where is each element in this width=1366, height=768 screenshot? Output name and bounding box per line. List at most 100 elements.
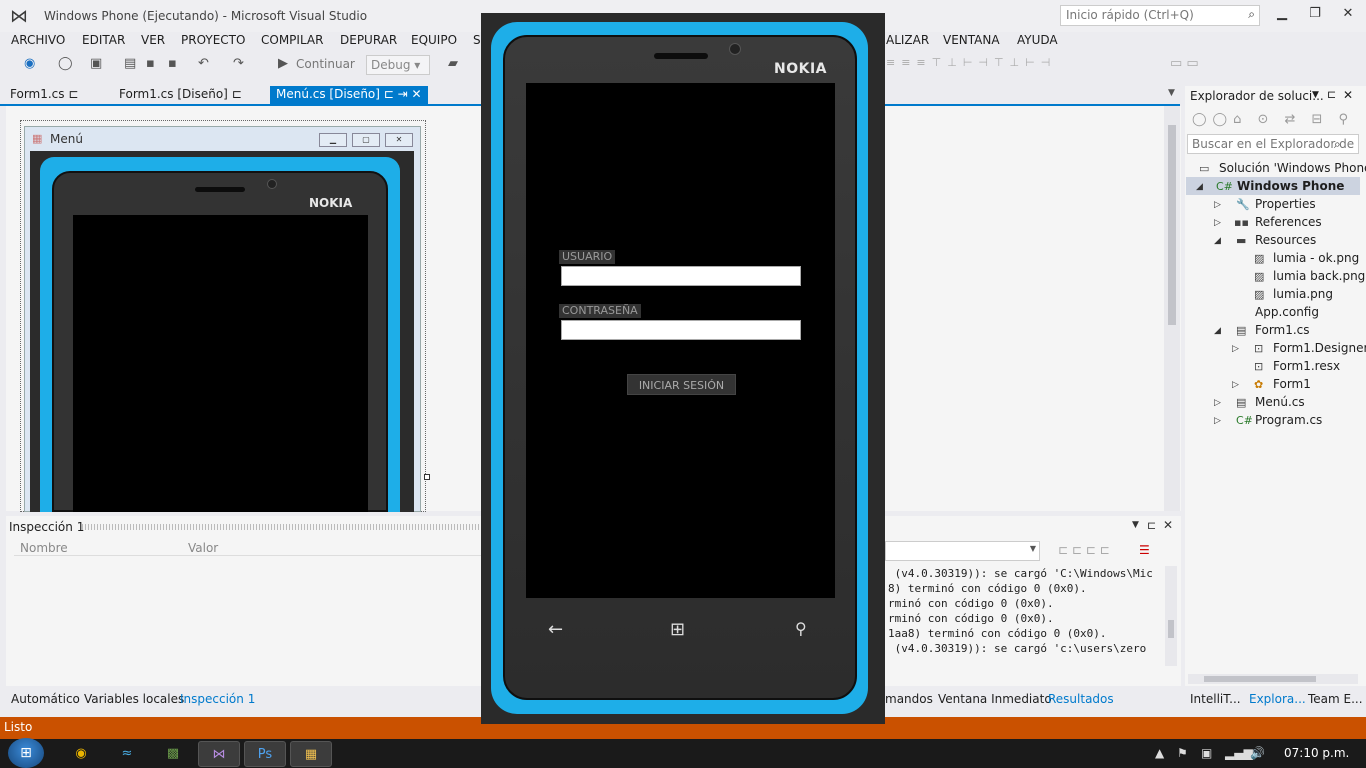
bottom-tab-team-explorer[interactable]: Team E... [1308,692,1363,706]
layout-toolbar-icons[interactable]: ≡≡≡⊤⊥⊢⊣⊤⊥⊢⊣ [886,56,1056,69]
bottom-tab-auto[interactable]: Automático [11,692,80,706]
close-button[interactable]: ✕ [1334,6,1362,24]
properties-node[interactable]: Properties [1255,197,1316,211]
tab-overflow-icon[interactable]: ▼ [1168,88,1175,98]
solex-hscrollbar[interactable] [1188,674,1358,684]
dolphin-taskbar-icon[interactable]: ≈ [106,741,148,767]
collapse-arrow-icon[interactable]: ◢ [1214,326,1221,336]
panel-close-icon[interactable]: ✕ [1163,518,1173,532]
user-input[interactable] [561,266,801,286]
forward-icon[interactable]: ◯ [58,56,73,71]
bottom-tab-solution-explorer[interactable]: Explora... [1249,692,1306,706]
solex-close-icon[interactable]: ✕ [1343,88,1353,102]
bottom-tab-watch[interactable]: Inspección 1 [180,692,255,706]
start-button[interactable]: ⊞ [8,738,44,768]
bottom-tab-output[interactable]: Resultados [1048,692,1114,706]
tab-form1-cs[interactable]: Form1.cs ⊏ [4,86,84,104]
open-icon[interactable]: ▤ [124,56,136,71]
resource-file-node[interactable]: lumia back.png [1273,269,1365,283]
new-project-icon[interactable]: ▣ [90,56,102,71]
bottom-tab-locals[interactable]: Variables locales [84,692,184,706]
minecraft-taskbar-icon[interactable]: ▩ [152,741,194,767]
output-scroll-thumb[interactable] [1168,620,1174,638]
chrome-taskbar-icon[interactable]: ◉ [60,741,102,767]
volume-icon[interactable]: 🔊 [1250,746,1265,760]
quick-launch-input[interactable]: Inicio rápido (Ctrl+Q) ⌕ [1060,5,1260,26]
redo-icon[interactable]: ↷ [233,56,244,71]
menu-depurar[interactable]: DEPURAR [340,33,397,47]
output-scrollbar[interactable] [1165,566,1177,666]
photoshop-taskbar-icon[interactable]: Ps [244,741,286,767]
menu-editar[interactable]: EDITAR [82,33,125,47]
back-arrow-icon[interactable]: ← [548,619,563,640]
column-name[interactable]: Nombre [20,541,68,555]
menu-archivo[interactable]: ARCHIVO [11,33,65,47]
configuration-select[interactable]: Debug ▾ [366,55,430,75]
form1-class-node[interactable]: Form1 [1273,377,1311,391]
appconfig-node[interactable]: App.config [1255,305,1319,319]
show-hidden-icons[interactable]: ▲ [1155,746,1164,760]
menu-compilar[interactable]: COMPILAR [261,33,323,47]
solex-pin-icon[interactable]: ⊏ [1327,88,1336,101]
designer-scroll-thumb[interactable] [1168,125,1176,325]
continue-button[interactable]: Continuar [296,57,355,71]
menu-analizar[interactable]: ALIZAR [886,33,929,47]
play-icon[interactable]: ▶ [278,56,288,71]
tab-menu-design[interactable]: Menú.cs [Diseño] ⊏ ⇥ ✕ [270,86,428,104]
menu-ver[interactable]: VER [141,33,165,47]
panel-grip[interactable] [82,524,482,530]
solex-menu-icon[interactable]: ▼ [1312,90,1319,100]
undo-icon[interactable]: ↶ [198,56,209,71]
project-node[interactable]: Windows Phone [1237,179,1344,193]
search-icon[interactable]: ⚲ [795,619,807,638]
network-icon[interactable]: ▂▄▆ [1225,746,1253,760]
menu-ventana[interactable]: VENTANA [943,33,1000,47]
output-toolbar-icons[interactable]: ⊏ ⊏ ⊏ ⊏ [1058,543,1110,557]
collapse-arrow-icon[interactable]: ◢ [1196,182,1203,192]
pin-icon[interactable]: ⊏ [1147,519,1156,532]
resources-node[interactable]: Resources [1255,233,1316,247]
expand-arrow-icon[interactable]: ▷ [1214,416,1221,426]
form1-node[interactable]: Form1.cs [1255,323,1310,337]
order-icons[interactable]: ▭ ▭ [1170,56,1199,71]
expand-arrow-icon[interactable]: ▷ [1232,344,1239,354]
program-cs-node[interactable]: Program.cs [1255,413,1322,427]
form1-designer-node[interactable]: Form1.Designer. [1273,341,1366,355]
flag-icon[interactable]: ⚑ [1177,746,1188,760]
restore-button[interactable]: ❐ [1301,6,1329,24]
clear-all-icon[interactable]: ☰ [1139,543,1150,557]
menu-equipo[interactable]: EQUIPO [411,33,457,47]
resource-file-node[interactable]: lumia.png [1273,287,1333,301]
menu-sql[interactable]: S [473,33,481,47]
login-button[interactable]: INICIAR SESIÓN [627,374,736,395]
menu-cs-node[interactable]: Menú.cs [1255,395,1305,409]
minimize-button[interactable]: ▁ [1268,6,1296,24]
menu-proyecto[interactable]: PROYECTO [181,33,245,47]
solex-toolbar-icons[interactable]: ◯◯⌂ ⊙ ⇄ ⊟ ⚲ [1192,112,1354,127]
expand-arrow-icon[interactable]: ▷ [1232,380,1239,390]
expand-arrow-icon[interactable]: ▷ [1214,398,1221,408]
panel-menu-icon[interactable]: ▼ [1132,520,1139,530]
column-value[interactable]: Valor [188,541,218,555]
form1-resx-node[interactable]: Form1.resx [1273,359,1340,373]
back-icon[interactable]: ◉ [24,56,35,71]
collapse-arrow-icon[interactable]: ◢ [1214,236,1221,246]
expand-arrow-icon[interactable]: ▷ [1214,200,1221,210]
windows-logo-icon[interactable]: ⊞ [670,619,685,640]
debug-target-icon[interactable]: ▰ [448,56,458,71]
bottom-tab-commands[interactable]: mandos [885,692,933,706]
resize-handle[interactable] [424,474,430,480]
menu-ayuda[interactable]: AYUDA [1017,33,1058,47]
running-app-taskbar-icon[interactable]: ▦ [290,741,332,767]
output-source-select[interactable]: ▼ [885,541,1040,561]
references-node[interactable]: References [1255,215,1322,229]
save-all-icon[interactable]: ▪ [168,56,177,71]
bottom-tab-intellitrace[interactable]: IntelliT... [1190,692,1241,706]
device-icon[interactable]: ▣ [1201,746,1212,760]
tab-form1-design[interactable]: Form1.cs [Diseño] ⊏ [113,86,248,104]
bottom-tab-immediate[interactable]: Ventana Inmediato [938,692,1052,706]
save-icon[interactable]: ▪ [146,56,155,71]
password-input[interactable] [561,320,801,340]
solution-node[interactable]: Solución 'Windows Phone' [1219,161,1366,175]
expand-arrow-icon[interactable]: ▷ [1214,218,1221,228]
